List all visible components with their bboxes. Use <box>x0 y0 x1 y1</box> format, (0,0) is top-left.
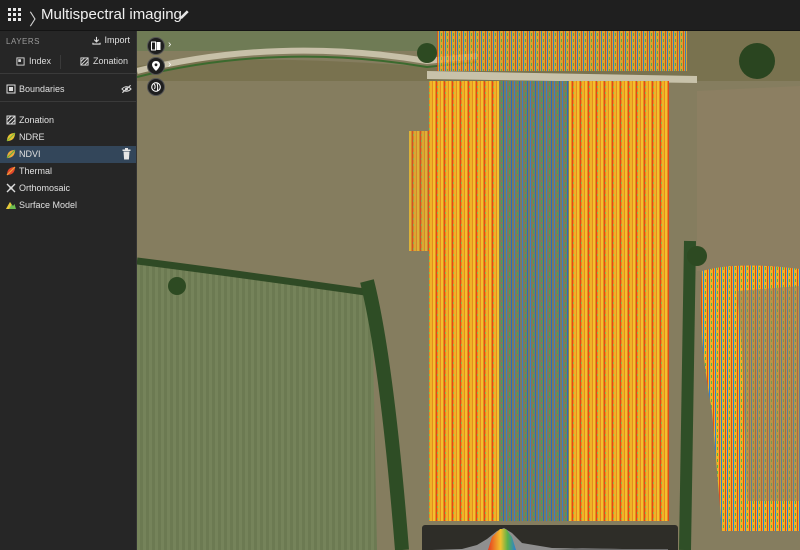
import-label: Import <box>104 35 130 45</box>
trash-icon[interactable] <box>121 148 132 160</box>
ndvi-leaf-icon <box>6 149 16 159</box>
layer-label: Orthomosaic <box>19 183 71 193</box>
surface-model-icon <box>6 202 16 209</box>
layer-item-thermal[interactable]: Thermal <box>0 163 136 180</box>
zonation-icon <box>80 56 89 66</box>
tab-zonation[interactable]: Zonation <box>80 56 128 66</box>
ndvi-overlay-north <box>437 31 687 71</box>
hedgerow <box>679 240 696 550</box>
ndvi-histogram-panel[interactable] <box>422 525 678 550</box>
import-icon <box>92 36 102 45</box>
orthomosaic-icon <box>6 183 16 193</box>
pencil-icon <box>179 10 189 20</box>
location-button[interactable] <box>147 57 165 75</box>
ndvi-overlay-strip <box>569 81 669 521</box>
layer-item-surface-model[interactable]: Surface Model <box>0 197 136 214</box>
chevron-right-icon[interactable]: › <box>168 39 171 50</box>
boundaries-label: Boundaries <box>19 84 65 94</box>
grass-field <box>137 261 377 550</box>
map-view[interactable]: › › <box>137 31 800 550</box>
layer-item-orthomosaic[interactable]: Orthomosaic <box>0 180 136 197</box>
compare-icon <box>151 41 161 51</box>
apps-grid-icon[interactable] <box>8 8 22 22</box>
layer-tabs: Index Zonation <box>0 51 136 74</box>
ndvi-histogram <box>432 528 668 550</box>
thermal-leaf-icon <box>6 166 16 176</box>
boundaries-item[interactable]: Boundaries <box>0 81 136 98</box>
eye-off-icon[interactable] <box>121 84 132 94</box>
index-icon <box>16 56 25 66</box>
boundaries-icon <box>6 84 16 94</box>
layer-label: NDRE <box>19 132 45 142</box>
ndvi-overlay-strip <box>429 81 499 521</box>
boundaries-row[interactable]: Boundaries <box>0 79 136 102</box>
layer-label: Zonation <box>19 115 55 125</box>
layers-sidebar: LAYERS Import Index Zonation Boundaries … <box>0 31 137 550</box>
layer-item-ndvi[interactable]: NDVI <box>0 146 136 163</box>
edit-title-button[interactable] <box>178 8 192 22</box>
layer-label: Thermal <box>19 166 53 176</box>
tab-divider <box>60 55 61 69</box>
tab-index[interactable]: Index <box>16 56 51 66</box>
layer-item-ndre[interactable]: NDRE <box>0 129 136 146</box>
tab-index-label: Index <box>29 56 52 66</box>
layer-item-zonation[interactable]: Zonation <box>0 112 136 129</box>
compare-layers-button[interactable] <box>147 37 165 55</box>
page-title: Multispectral imaging <box>41 6 182 23</box>
ndre-leaf-icon <box>6 132 16 142</box>
import-button[interactable]: Import <box>92 35 130 45</box>
globe-icon <box>151 82 161 92</box>
layers-heading: LAYERS <box>6 37 40 46</box>
layer-label: Surface Model <box>19 200 78 210</box>
globe-button[interactable] <box>147 78 165 96</box>
location-pin-icon <box>152 61 160 71</box>
layer-label: NDVI <box>19 149 41 159</box>
zonation-icon <box>6 115 16 125</box>
tab-zonation-label: Zonation <box>93 56 129 66</box>
ndvi-overlay-strip <box>499 81 569 521</box>
map-canvas[interactable] <box>137 31 800 550</box>
tree-cluster <box>739 43 775 79</box>
field-east <box>697 86 800 271</box>
chevron-right-icon[interactable]: › <box>168 59 171 70</box>
top-bar: 〉 Multispectral imaging <box>0 0 800 31</box>
